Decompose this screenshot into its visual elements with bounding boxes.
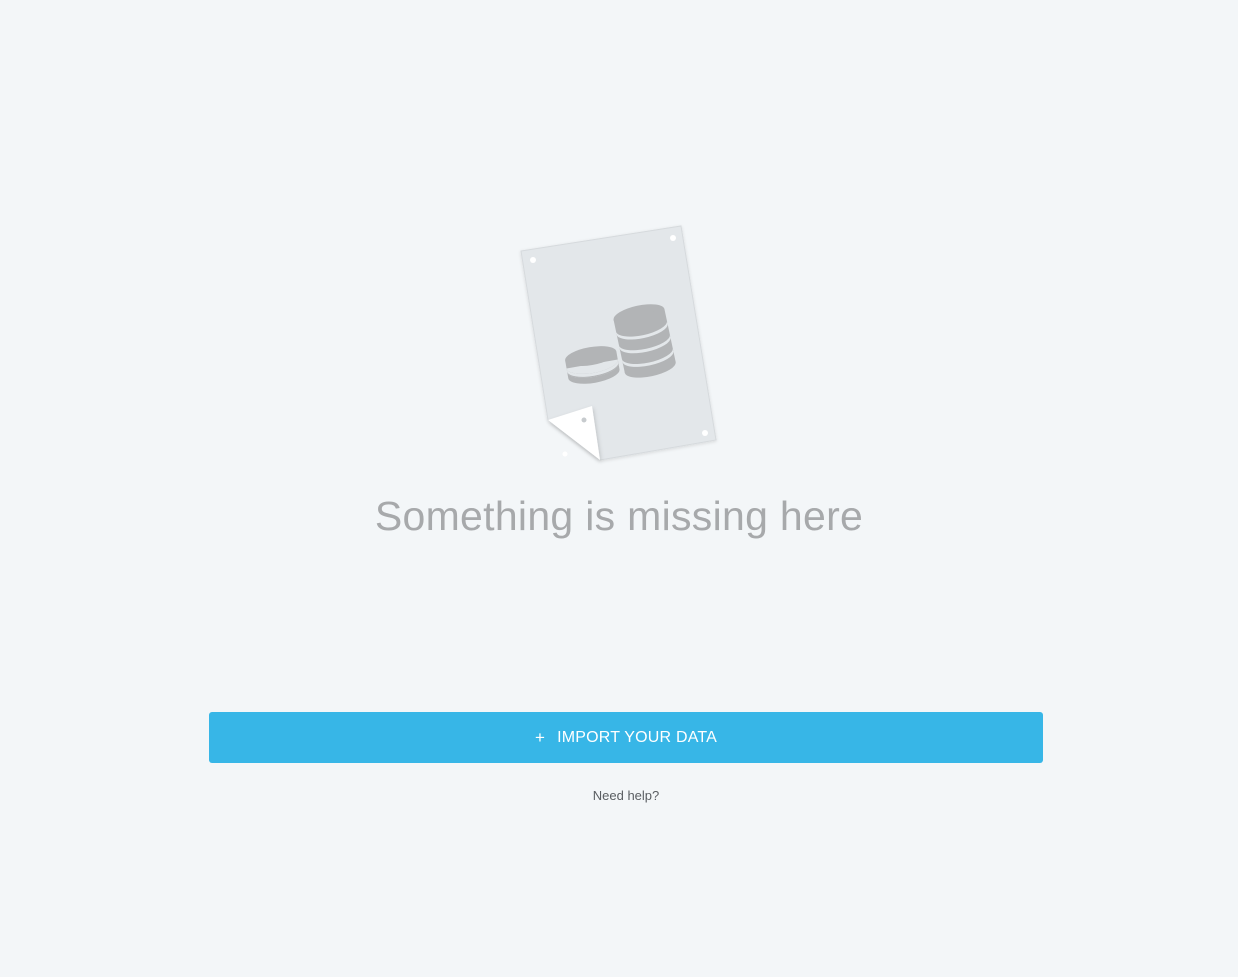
import-data-label: IMPORT YOUR DATA	[557, 728, 718, 746]
need-help-link[interactable]: Need help?	[0, 788, 1238, 804]
plus-icon: +	[534, 728, 546, 747]
coin-stack-document-icon	[520, 225, 717, 461]
empty-state-title: Something is missing here	[374, 493, 864, 539]
import-data-button[interactable]: + IMPORT YOUR DATA	[209, 712, 1043, 763]
